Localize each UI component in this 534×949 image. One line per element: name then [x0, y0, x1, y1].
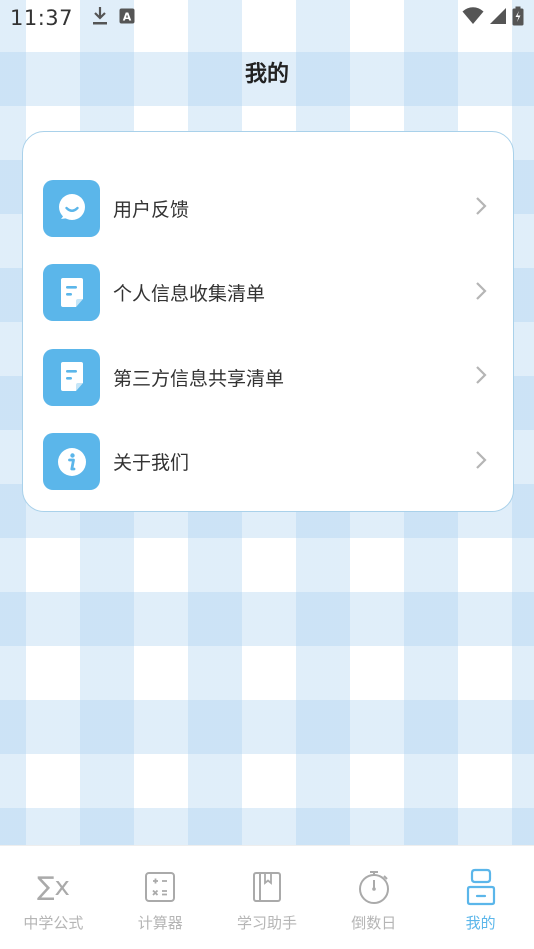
status-time: 11:37 — [10, 6, 74, 30]
chevron-right-icon — [475, 281, 487, 305]
menu-item-about-us[interactable]: 关于我们 — [23, 420, 513, 505]
bottom-nav: ∑x 中学公式 计算器 学习助手 倒数日 我的 — [0, 845, 534, 949]
book-icon — [251, 868, 283, 906]
document-icon — [43, 348, 100, 406]
menu-card: 用户反馈 个人信息收集清单 第三方信息共享清单 关于我们 — [22, 131, 514, 512]
menu-item-label: 第三方信息共享清单 — [113, 367, 285, 390]
status-notification-icons: A — [91, 6, 135, 30]
status-system-icons — [462, 6, 524, 30]
menu-item-personal-info-list[interactable]: 个人信息收集清单 — [23, 251, 513, 336]
sigma-icon-text: ∑x — [36, 872, 70, 902]
menu-item-label: 用户反馈 — [113, 198, 190, 221]
nav-tab-study-helper[interactable]: 学习助手 — [214, 846, 321, 949]
nav-tab-countdown[interactable]: 倒数日 — [320, 846, 427, 949]
a-badge-icon: A — [119, 8, 135, 28]
menu-item-label: 个人信息收集清单 — [113, 283, 266, 306]
menu-item-third-party-sharing-list[interactable]: 第三方信息共享清单 — [23, 335, 513, 420]
document-icon — [43, 264, 100, 322]
nav-tab-label: 学习助手 — [236, 914, 297, 932]
nav-tab-label: 我的 — [465, 914, 496, 932]
calculator-icon — [144, 868, 176, 906]
wifi-icon — [462, 7, 484, 29]
nav-tab-label: 中学公式 — [23, 914, 84, 932]
page-title: 我的 — [244, 62, 289, 87]
nav-tab-label: 倒数日 — [351, 914, 397, 932]
chevron-right-icon — [475, 450, 487, 474]
download-icon — [91, 6, 109, 30]
chevron-right-icon — [475, 196, 487, 220]
nav-tab-calculator[interactable]: 计算器 — [107, 846, 214, 949]
svg-text:A: A — [123, 11, 132, 24]
stopwatch-icon — [356, 868, 392, 906]
profile-icon — [465, 868, 497, 906]
info-icon — [43, 433, 100, 491]
nav-tab-formulas[interactable]: ∑x 中学公式 — [0, 846, 107, 949]
menu-item-feedback[interactable]: 用户反馈 — [23, 166, 513, 251]
sigma-icon: ∑x — [37, 868, 70, 906]
nav-tab-label: 计算器 — [137, 914, 183, 932]
signal-icon — [489, 7, 507, 29]
chat-bubble-icon — [43, 179, 100, 237]
status-bar: 11:37 A — [0, 0, 534, 36]
menu-item-label: 关于我们 — [113, 452, 190, 475]
chevron-right-icon — [475, 365, 487, 389]
battery-icon — [512, 6, 524, 30]
nav-tab-profile[interactable]: 我的 — [427, 846, 534, 949]
